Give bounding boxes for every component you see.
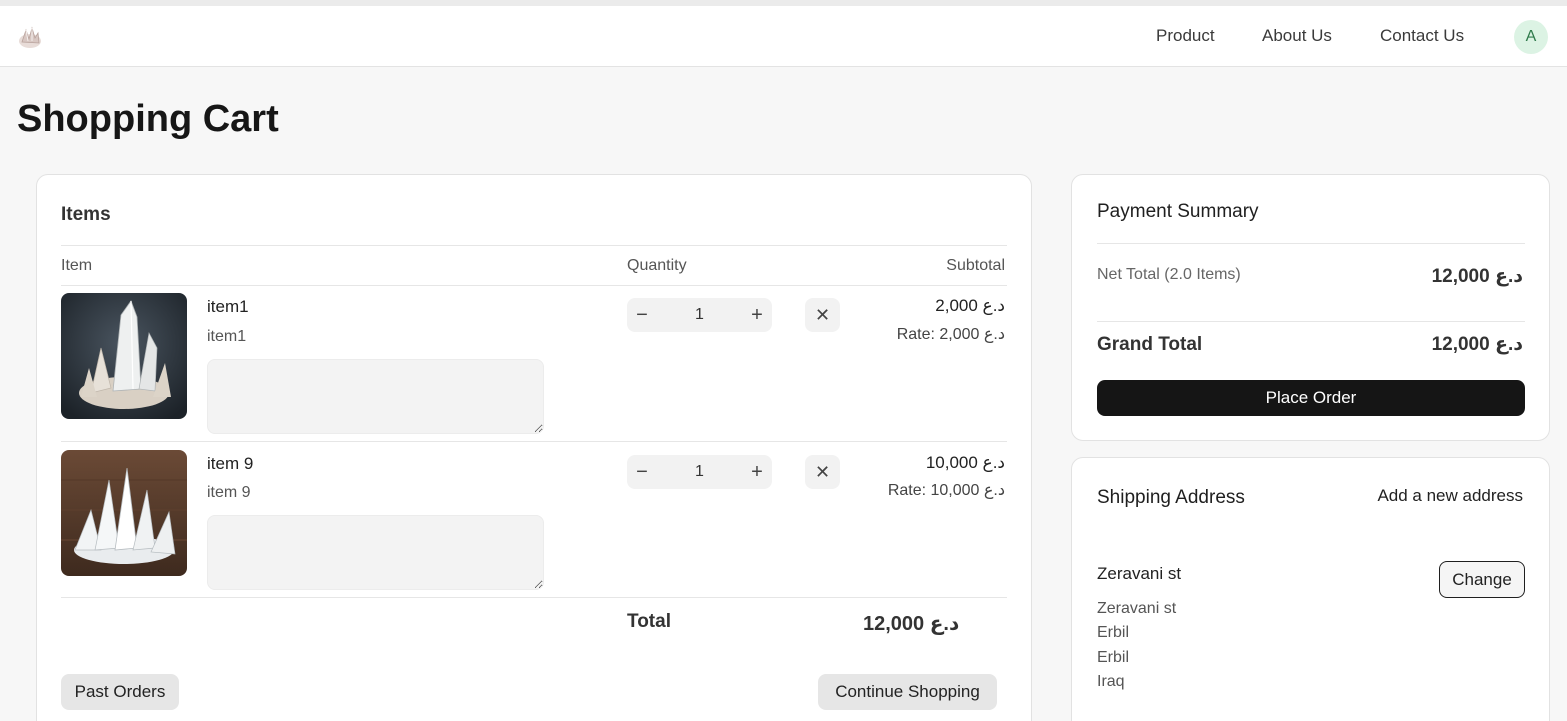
total-label: Total — [627, 611, 671, 632]
item-name: item 9 — [207, 454, 254, 473]
item-note-input[interactable] — [207, 359, 544, 434]
close-icon[interactable]: ✕ — [805, 455, 840, 489]
column-header-item: Item — [61, 257, 93, 274]
minus-icon[interactable]: − — [627, 455, 657, 489]
divider — [61, 441, 1007, 442]
address-name: Zeravani st — [1097, 564, 1182, 583]
item-rate: Rate: د.ع 2,000 — [896, 326, 1005, 343]
nav-product[interactable]: Product — [1156, 26, 1215, 46]
item-name: item1 — [207, 297, 249, 316]
quantity-input[interactable] — [667, 298, 732, 332]
item-subtotal: د.ع 2,000 — [935, 296, 1005, 315]
cart-items-card: Items Item Quantity Subtotal item1 item1… — [36, 174, 1032, 721]
address-line: Zeravani st — [1097, 600, 1177, 617]
close-icon[interactable]: ✕ — [805, 298, 840, 332]
divider — [1097, 321, 1525, 322]
page-title: Shopping Cart — [17, 98, 279, 140]
shipping-address-title: Shipping Address — [1097, 487, 1245, 508]
grand-total-value: د.ع 12,000 — [1431, 334, 1523, 355]
shipping-address-card: Shipping Address Add a new address Zerav… — [1071, 457, 1550, 721]
minus-icon[interactable]: − — [627, 298, 657, 332]
address-line: Erbil — [1097, 649, 1130, 666]
nav-contact-us[interactable]: Contact Us — [1380, 26, 1464, 46]
place-order-button[interactable]: Place Order — [1097, 380, 1525, 416]
quantity-input[interactable] — [667, 455, 732, 489]
divider — [61, 285, 1007, 286]
total-value: د.ع 12,000 — [863, 613, 960, 635]
plus-icon[interactable]: + — [742, 298, 772, 332]
navbar: Product About Us Contact Us A — [0, 6, 1567, 67]
payment-summary-title: Payment Summary — [1097, 201, 1259, 222]
item-description: item 9 — [207, 484, 251, 501]
continue-shopping-button[interactable]: Continue Shopping — [818, 674, 997, 710]
column-header-subtotal: Subtotal — [946, 257, 1005, 274]
item-rate: Rate: د.ع 10,000 — [887, 482, 1005, 499]
divider — [1097, 243, 1525, 244]
past-orders-button[interactable]: Past Orders — [61, 674, 179, 710]
logo-icon[interactable] — [16, 24, 44, 52]
nav-about-us[interactable]: About Us — [1262, 26, 1332, 46]
divider — [61, 245, 1007, 246]
column-header-quantity: Quantity — [627, 257, 687, 274]
product-image[interactable] — [61, 450, 187, 576]
item-subtotal: د.ع 10,000 — [925, 453, 1005, 472]
avatar[interactable]: A — [1514, 20, 1548, 54]
product-image[interactable] — [61, 293, 187, 419]
plus-icon[interactable]: + — [742, 455, 772, 489]
net-total-label: Net Total (2.0 Items) — [1097, 266, 1241, 283]
net-total-value: د.ع 12,000 — [1431, 266, 1523, 287]
payment-summary-card: Payment Summary Net Total (2.0 Items) د.… — [1071, 174, 1550, 441]
grand-total-label: Grand Total — [1097, 334, 1203, 355]
address-line: Erbil — [1097, 624, 1130, 641]
item-description: item1 — [207, 328, 247, 345]
add-new-address-link[interactable]: Add a new address — [1377, 486, 1523, 506]
change-address-button[interactable]: Change — [1439, 561, 1525, 598]
item-note-input[interactable] — [207, 515, 544, 590]
quantity-stepper: − + — [627, 455, 772, 489]
items-title: Items — [61, 204, 111, 225]
divider — [61, 597, 1007, 598]
quantity-stepper: − + — [627, 298, 772, 332]
address-line: Iraq — [1097, 673, 1125, 690]
